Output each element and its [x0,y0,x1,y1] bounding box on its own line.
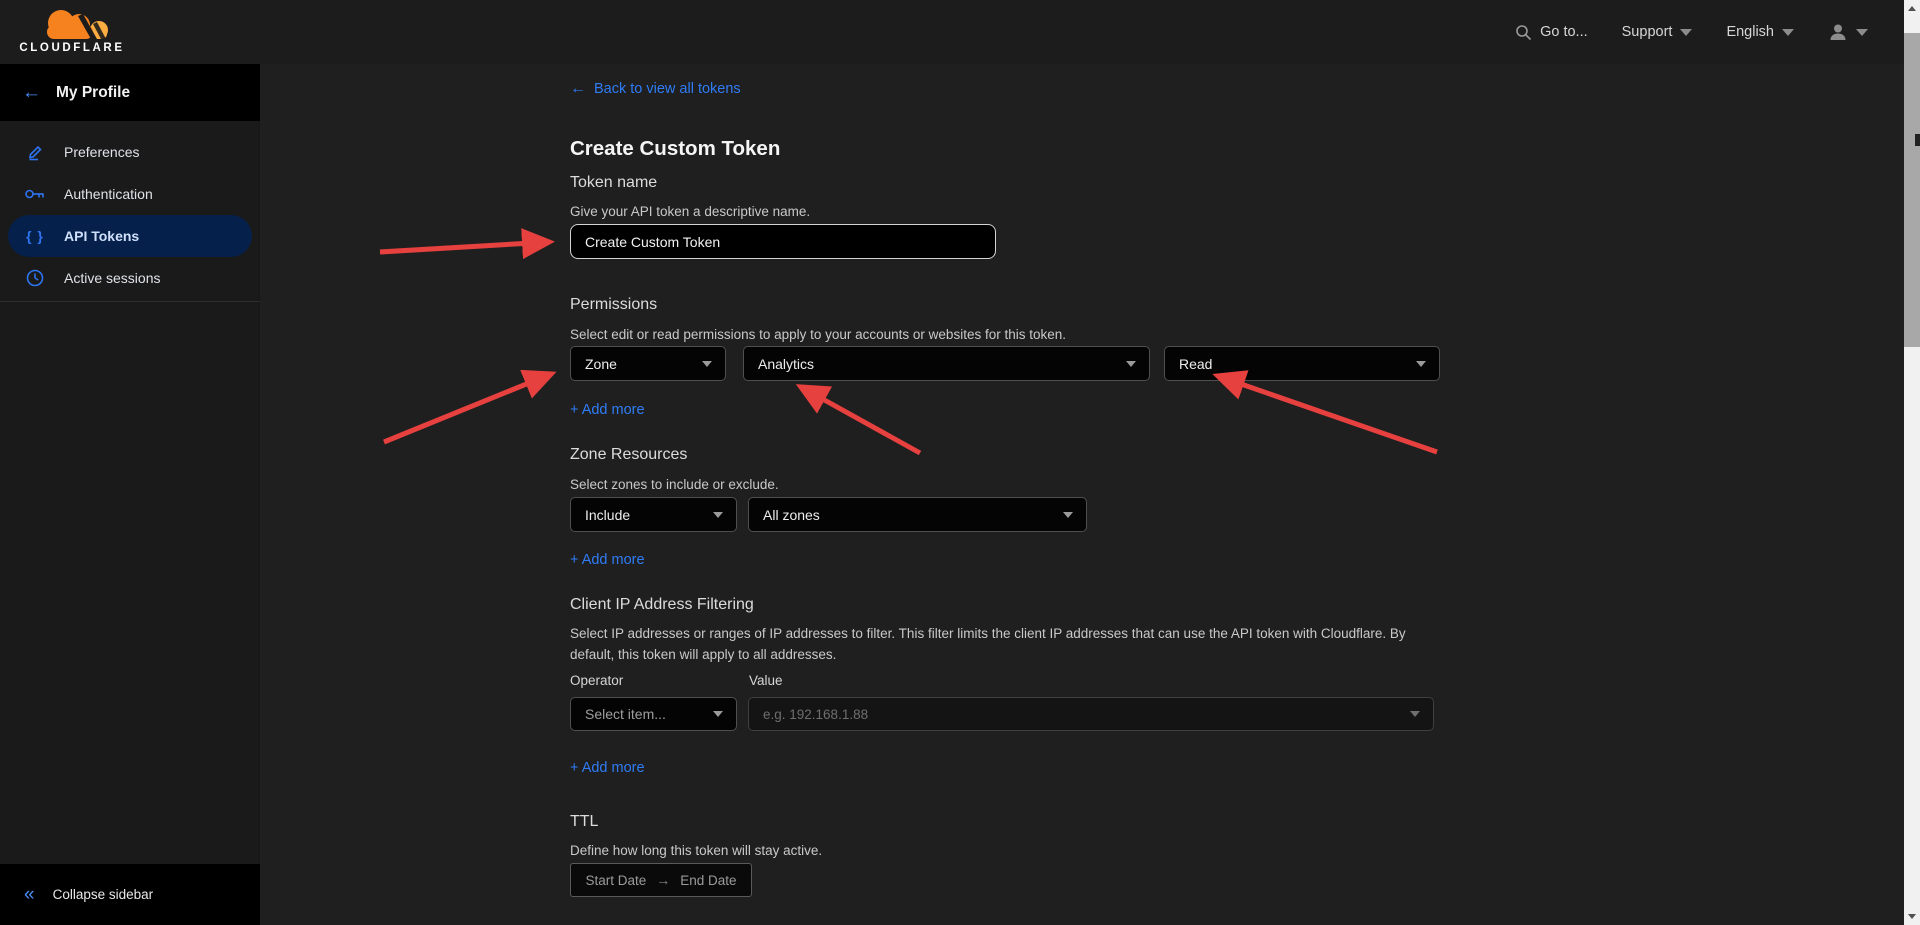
select-value: All zones [763,507,1063,523]
zone-resources-description: Select zones to include or exclude. [570,474,779,495]
select-placeholder: Select item... [585,706,713,722]
ip-filtering-add-more-link[interactable]: + Add more [570,760,645,776]
back-arrow-icon: ← [22,83,41,102]
sidebar-item-api-tokens[interactable]: { } API Tokens [8,215,252,257]
user-icon [1828,22,1848,42]
token-name-description: Give your API token a descriptive name. [570,201,810,222]
permissions-add-more-link[interactable]: + Add more [570,402,645,418]
ip-value-input[interactable] [749,707,1410,722]
zone-resources-add-more-link[interactable]: + Add more [570,552,645,568]
back-arrow-icon: ← [570,81,586,97]
select-value: Read [1179,356,1416,372]
language-menu[interactable]: English [1726,24,1794,40]
chevron-down-icon [1856,29,1868,36]
chevron-down-icon [1063,512,1073,518]
arrow-token-name [380,242,549,252]
scroll-down-button[interactable] [1904,908,1920,925]
arrow-zone-select [384,374,551,442]
cloudflare-cloud-icon [17,6,127,42]
sidebar-nav: Preferences Authentication { } API T [0,131,260,299]
chevron-down-icon [1782,29,1794,36]
top-bar: CLOUDFLARE Go to... Support English [0,0,1920,64]
select-value: Include [585,507,713,523]
page-scrollbar [1904,0,1920,925]
cloudflare-dashboard: CLOUDFLARE Go to... Support English [0,0,1920,925]
back-to-tokens-link[interactable]: ← Back to view all tokens [570,81,741,97]
select-value: Analytics [758,356,1126,372]
token-name-input[interactable] [570,224,996,259]
sidebar-back-my-profile[interactable]: ← My Profile [0,64,260,121]
chevron-down-icon [713,711,723,717]
cloudflare-wordmark: CLOUDFLARE [17,42,127,54]
main-content: ← Back to view all tokens Create Custom … [570,64,1470,925]
chevron-down-icon [1410,711,1420,717]
scrollbar-thumb[interactable] [1904,33,1920,347]
back-link-label: Back to view all tokens [594,81,741,97]
sidebar-item-authentication[interactable]: Authentication [8,173,252,215]
permission-category-select[interactable]: Analytics [743,346,1150,381]
zone-resources-mode-select[interactable]: Include [570,497,737,532]
triangle-down-icon [1908,914,1916,919]
sidebar-title: My Profile [56,84,130,102]
clock-icon [22,268,48,288]
chevron-down-icon [1126,361,1136,367]
support-menu[interactable]: Support [1622,24,1693,40]
sidebar-item-label: Preferences [64,144,139,160]
start-date-label: Start Date [585,873,646,888]
ip-filtering-label: Client IP Address Filtering [570,596,754,614]
sidebar-item-preferences[interactable]: Preferences [8,131,252,173]
operator-label: Operator [570,673,623,688]
key-icon [22,184,48,204]
sidebar-divider [0,301,260,302]
goto-label: Go to... [1540,24,1588,40]
zone-resources-zones-select[interactable]: All zones [748,497,1087,532]
topbar-menu: Go to... Support English [1515,0,1868,64]
ip-value-combobox [748,697,1434,731]
chevron-down-icon [1680,29,1692,36]
scrollbar-marker [1915,134,1920,146]
permission-access-select[interactable]: Read [1164,346,1440,381]
goto-search[interactable]: Go to... [1515,24,1588,41]
support-label: Support [1622,24,1673,40]
sidebar-item-label: Authentication [64,186,153,202]
ip-filtering-description: Select IP addresses or ranges of IP addr… [570,623,1438,665]
language-label: English [1726,24,1774,40]
ttl-date-range-picker[interactable]: Start Date → End Date [570,863,752,897]
chevron-down-icon [713,512,723,518]
permissions-description: Select edit or read permissions to apply… [570,324,1066,345]
value-label: Value [749,673,783,688]
sidebar-item-label: Active sessions [64,270,160,286]
ttl-label: TTL [570,813,598,831]
collapse-sidebar-label: Collapse sidebar [53,887,154,902]
zone-resources-label: Zone Resources [570,446,687,464]
collapse-sidebar-button[interactable]: « Collapse sidebar [0,864,260,925]
sidebar-item-label: API Tokens [64,228,139,244]
search-icon [1515,24,1532,41]
chevron-down-icon [702,361,712,367]
braces-icon: { } [22,228,48,244]
permissions-label: Permissions [570,296,657,314]
token-name-label: Token name [570,174,657,192]
scroll-up-button[interactable] [1904,0,1920,17]
cloudflare-logo[interactable]: CLOUDFLARE [17,6,127,54]
operator-select[interactable]: Select item... [570,697,737,731]
sidebar: ← My Profile Preferences [0,64,260,925]
triangle-up-icon [1908,6,1916,11]
sidebar-item-active-sessions[interactable]: Active sessions [8,257,252,299]
select-value: Zone [585,356,702,372]
end-date-label: End Date [680,873,736,888]
right-arrow-icon: → [656,872,670,888]
page-title: Create Custom Token [570,137,780,161]
pencil-icon [22,142,48,162]
ttl-description: Define how long this token will stay act… [570,840,822,861]
account-menu[interactable] [1828,22,1868,42]
chevron-down-icon [1416,361,1426,367]
double-chevron-left-icon: « [24,885,35,904]
permission-scope-select[interactable]: Zone [570,346,726,381]
